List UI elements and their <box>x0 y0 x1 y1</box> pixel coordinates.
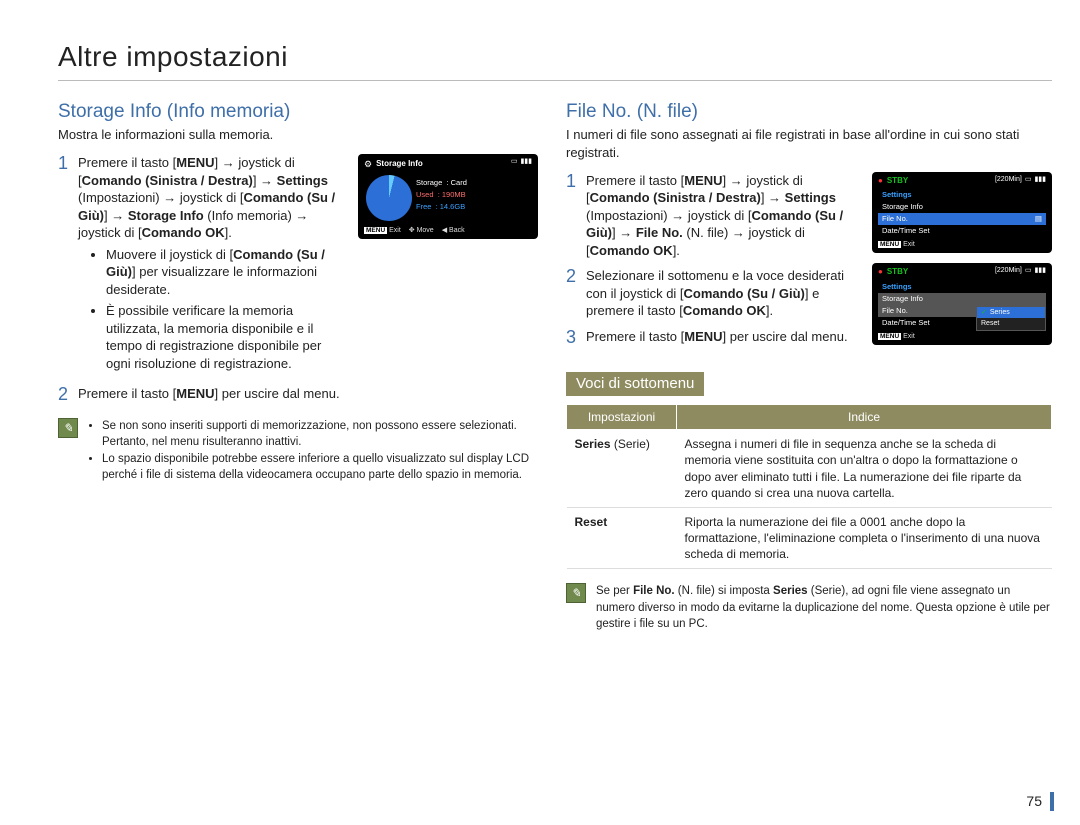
step-r2: Selezionare il sottomenu e la voce desid… <box>586 267 860 320</box>
card-icon: ▭ <box>511 157 518 166</box>
note-box: ✎ Se per File No. (N. file) si imposta S… <box>566 583 1052 631</box>
note-text: Se per File No. (N. file) si imposta Ser… <box>596 583 1052 631</box>
battery-icon: ▮▮▮ <box>520 157 532 166</box>
step-2-body: Premere il tasto [MENU] per uscire dal m… <box>78 385 538 403</box>
submenu-popup: Series Reset <box>976 306 1046 331</box>
note-icon: ✎ <box>566 583 586 603</box>
battery-icon: ▮▮▮ <box>1034 175 1046 184</box>
step-number: 1 <box>58 154 78 174</box>
page-title: Altre impostazioni <box>58 38 1052 81</box>
screen-title: Storage Info <box>376 159 423 170</box>
step-number: 2 <box>566 267 586 287</box>
step-r1: Premere il tasto [MENU] → joystick di [C… <box>586 172 860 260</box>
file-no-screen-2: ● STBY [220Min] ▭ ▮▮▮ Settings Storage I… <box>872 263 1052 345</box>
note-box: ✎ Se non sono inseriti supporti di memor… <box>58 418 538 482</box>
page-icon: ▤ <box>1035 214 1042 224</box>
note-item: Lo spazio disponibile potrebbe essere in… <box>102 451 538 483</box>
rec-icon: ● <box>878 267 883 278</box>
submenu-table: Impostazioni Indice Series (Serie) Asseg… <box>566 404 1052 570</box>
file-no-screen-1: ● STBY [220Min] ▭ ▮▮▮ Settings Storage I… <box>872 172 1052 254</box>
step-number: 1 <box>566 172 586 192</box>
storage-info-screen: ⚙ Storage Info ▭ ▮▮▮ Storage : Card Used… <box>358 154 538 239</box>
card-icon: ▭ <box>1025 175 1032 184</box>
rec-icon: ● <box>878 176 883 187</box>
step-number: 2 <box>58 385 78 405</box>
page-number: 75 <box>1026 792 1054 811</box>
step-1-body: Premere il tasto [MENU] → joystick di [C… <box>78 154 346 377</box>
table-row: Series (Serie) Assegna i numeri di file … <box>567 430 1052 508</box>
file-no-desc: I numeri di file sono assegnati ai file … <box>566 126 1052 161</box>
note-icon: ✎ <box>58 418 78 438</box>
th-impostazioni: Impostazioni <box>567 404 677 429</box>
bullet: Muovere il joystick di [Comando (Su / Gi… <box>106 246 346 299</box>
check-icon <box>981 309 990 316</box>
card-icon: ▭ <box>1025 266 1032 275</box>
th-indice: Indice <box>677 404 1052 429</box>
table-row: Reset Riporta la numerazione dei file a … <box>567 507 1052 569</box>
storage-info-desc: Mostra le informazioni sulla memoria. <box>58 126 538 144</box>
bullet: È possibile verificare la memoria utiliz… <box>106 302 346 372</box>
storage-info-heading: Storage Info (Info memoria) <box>58 99 538 125</box>
note-item: Se non sono inseriti supporti di memoriz… <box>102 418 538 450</box>
left-column: Storage Info (Info memoria) Mostra le in… <box>58 99 538 632</box>
file-no-heading: File No. (N. file) <box>566 99 1052 125</box>
gear-icon: ⚙ <box>364 158 372 170</box>
battery-icon: ▮▮▮ <box>1034 266 1046 275</box>
submenu-title: Voci di sottomenu <box>566 372 704 396</box>
step-r3: Premere il tasto [MENU] per uscire dal m… <box>586 328 860 346</box>
pie-chart-icon <box>366 175 412 221</box>
step-number: 3 <box>566 328 586 348</box>
right-column: File No. (N. file) I numeri di file sono… <box>566 99 1052 632</box>
